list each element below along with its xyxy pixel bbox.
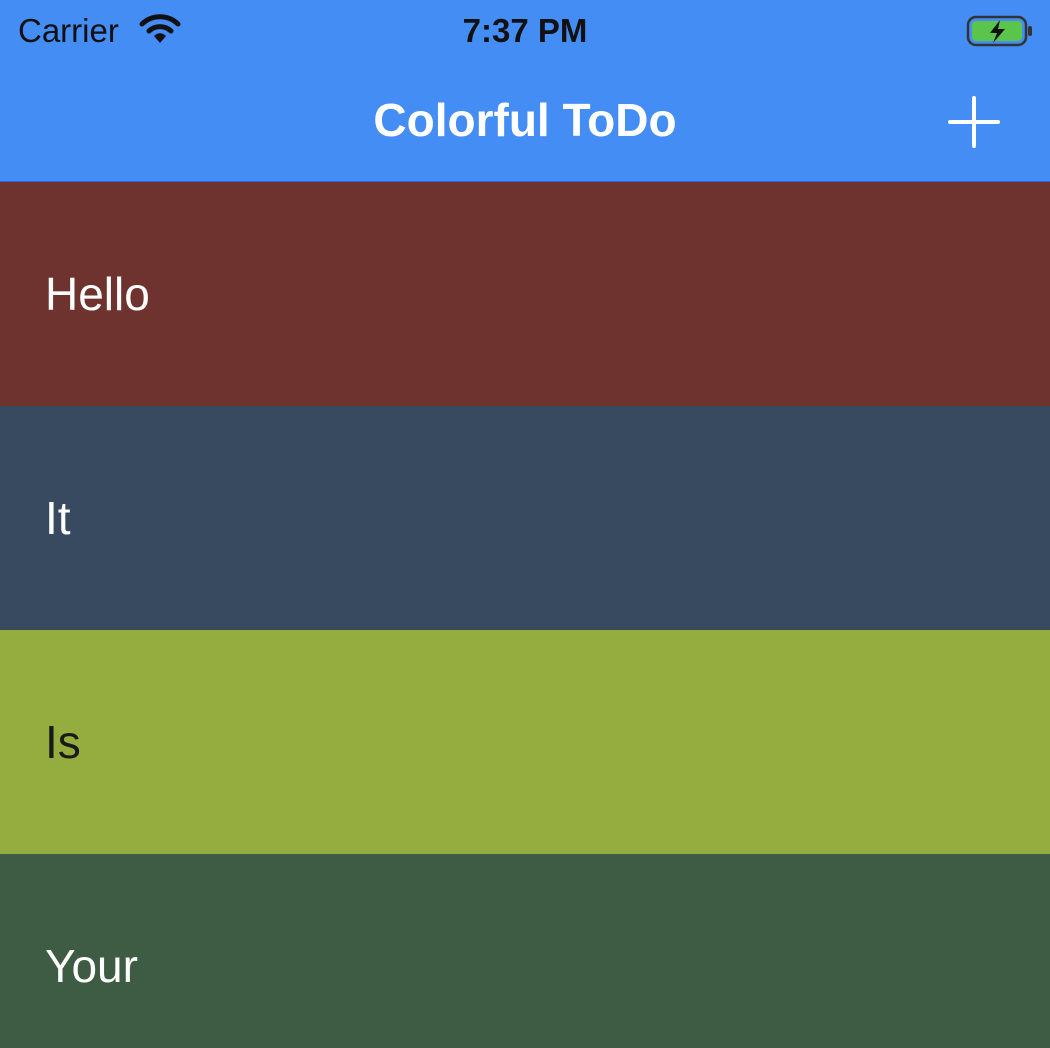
add-item-button[interactable] bbox=[942, 90, 1006, 154]
page-title: Colorful ToDo bbox=[373, 94, 677, 146]
plus-icon bbox=[948, 96, 1000, 148]
todo-label: It bbox=[45, 492, 71, 544]
todo-list: Hello It Is Your bbox=[0, 182, 1050, 1048]
todo-label: Is bbox=[45, 716, 81, 768]
app-screen: Carrier 7:37 PM Colorful ToDo Hello It I… bbox=[0, 0, 1050, 1048]
status-bar: Carrier 7:37 PM bbox=[0, 0, 1050, 64]
status-time: 7:37 PM bbox=[462, 12, 588, 49]
todo-row[interactable]: Is bbox=[0, 630, 1050, 854]
todo-label: Hello bbox=[45, 268, 150, 320]
todo-row[interactable]: It bbox=[0, 406, 1050, 630]
battery-charging-icon bbox=[966, 15, 1032, 47]
navigation-bar: Colorful ToDo bbox=[0, 64, 1050, 182]
todo-label: Your bbox=[45, 940, 138, 992]
todo-row[interactable]: Hello bbox=[0, 182, 1050, 406]
todo-row[interactable]: Your bbox=[0, 854, 1050, 1048]
